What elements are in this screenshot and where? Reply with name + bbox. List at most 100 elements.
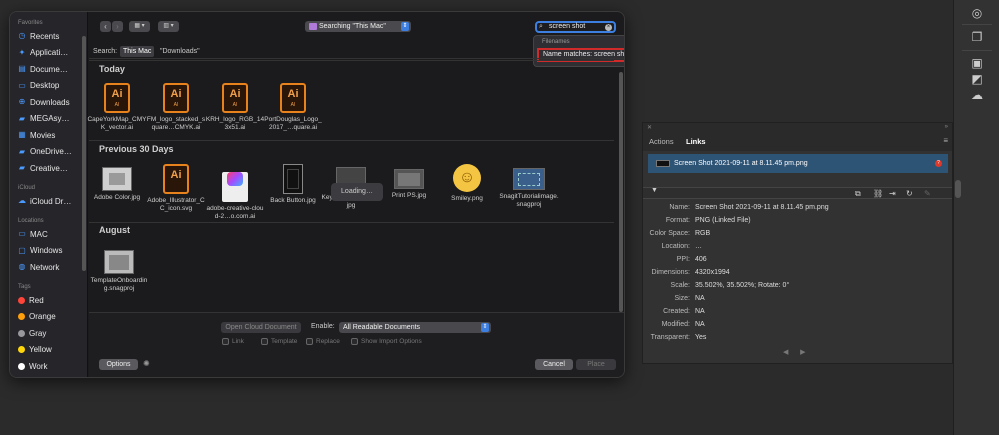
sidebar-scrollbar[interactable]: [82, 36, 86, 271]
properties-icon[interactable]: ◎: [970, 6, 984, 20]
sidebar-tag-label: Work: [29, 361, 48, 371]
link-info-key: Scale:: [670, 282, 690, 289]
scrollbar-thumb[interactable]: [955, 180, 961, 198]
search-input[interactable]: ⌕ screen shot ×: [535, 21, 616, 33]
panel-menu-icon[interactable]: ≡: [943, 136, 948, 145]
right-tool-strip: ◎ ❐ ▣ ◩ ☁: [953, 0, 999, 435]
expand-triangle-icon[interactable]: ▼: [651, 187, 658, 194]
collapse-icon[interactable]: »: [945, 124, 948, 130]
sidebar-item[interactable]: ▤ Docume…: [18, 62, 84, 76]
link-list-row[interactable]: Screen Shot 2021-09-11 at 8.11.45 pm.png…: [648, 154, 948, 173]
file-item[interactable]: Ai Adobe_Illustrator_CC_icon.svg: [146, 164, 206, 213]
relink-icon[interactable]: ⛓: [873, 189, 883, 198]
scope-this-mac[interactable]: This Mac: [120, 46, 155, 57]
template-checkbox[interactable]: Template: [261, 338, 297, 345]
sidebar-item[interactable]: ▭ Desktop: [18, 79, 84, 93]
file-item[interactable]: Back Button.jpg: [263, 164, 323, 205]
close-icon[interactable]: ✕: [647, 124, 652, 131]
link-info-value: Screen Shot 2021-09-11 at 8.11.45 pm.png: [695, 204, 829, 211]
sidebar-item-label: MEGAsy…: [30, 114, 70, 123]
sidebar-tag[interactable]: Yellow: [18, 343, 84, 357]
tab-actions[interactable]: Actions: [649, 137, 674, 146]
clear-search-icon[interactable]: ×: [605, 24, 612, 31]
file-name: KRH_logo_RGB_143x51.ai: [205, 116, 265, 131]
sidebar-item[interactable]: ▭ MAC: [18, 227, 84, 241]
link-info-key: Transparent:: [650, 334, 690, 341]
file-item[interactable]: SnagitTutorialimage.snagproj: [499, 164, 559, 209]
place-button[interactable]: Place: [576, 359, 616, 370]
sidebar-tag[interactable]: Orange: [18, 310, 84, 324]
file-item[interactable]: ☺ Smiley.png: [437, 164, 497, 203]
replace-label: Replace: [316, 338, 340, 345]
divider: [89, 60, 614, 61]
sidebar-item-label: Movies: [30, 130, 56, 140]
back-button[interactable]: ‹: [100, 21, 111, 32]
forward-button[interactable]: ›: [112, 21, 123, 32]
folder-icon: ▰: [18, 146, 26, 156]
next-link-icon[interactable]: ▶: [800, 349, 805, 356]
snagit-thumbnail-icon: [104, 250, 134, 274]
sidebar-item[interactable]: ◍ Network: [18, 260, 84, 274]
relink-cc-icon[interactable]: ⧉: [855, 189, 861, 199]
sidebar-item-label: Creative…: [30, 163, 68, 173]
sidebar-item[interactable]: ▰ Creative…: [18, 161, 84, 175]
open-cloud-document-button[interactable]: Open Cloud Document: [221, 322, 301, 333]
sidebar-tag[interactable]: Work: [18, 359, 84, 373]
link-info-value: 406: [695, 256, 707, 263]
content-scrollbar[interactable]: [619, 72, 623, 312]
file-item[interactable]: TemplateOnboarding.snagproj: [89, 247, 149, 293]
enable-select[interactable]: All Readable Documents ⇕: [339, 322, 491, 333]
group-button[interactable]: ▥ ▾: [158, 21, 179, 32]
link-name: Screen Shot 2021-09-11 at 8.11.45 pm.png: [674, 160, 808, 167]
previous-link-icon[interactable]: ◀: [783, 349, 788, 356]
update-link-icon[interactable]: ↻: [906, 189, 913, 198]
file-item[interactable]: Ai AI KRH_logo_RGB_143x51.ai: [205, 83, 265, 132]
tag-dot-icon: [18, 313, 25, 320]
layers-icon[interactable]: ◩: [970, 72, 984, 86]
sidebar-item[interactable]: ◷ Recents: [18, 29, 84, 43]
pages-icon[interactable]: ❐: [970, 30, 984, 44]
view-mode-button[interactable]: ▦ ▾: [129, 21, 150, 32]
options-button[interactable]: Options: [99, 359, 138, 370]
search-icon: ⌕: [539, 23, 543, 30]
tab-links[interactable]: Links: [686, 137, 706, 146]
sidebar-item[interactable]: ⊕ Downloads: [18, 95, 84, 109]
edit-original-icon[interactable]: ✎: [924, 189, 931, 198]
sidebar-tag[interactable]: Red: [18, 293, 84, 307]
file-item[interactable]: Ai AI CapeYorkMap_CMYK_vector.ai: [87, 83, 147, 132]
file-item[interactable]: adobe-creative-cloud-2…o.com.ai: [205, 164, 265, 221]
sidebar-item[interactable]: ☁ iCloud Dr…: [18, 194, 84, 208]
sidebar-item[interactable]: ✦ Applicati…: [18, 46, 84, 60]
divider: [89, 140, 614, 141]
panel-tabs: ✕ » Actions Links ≡: [643, 123, 952, 151]
show-import-options-checkbox[interactable]: Show Import Options: [351, 338, 422, 345]
file-item[interactable]: Print PS.jpg: [379, 164, 439, 200]
sidebar-item[interactable]: ▰ OneDrive…: [18, 145, 84, 159]
sidebar-item[interactable]: ▰ MEGAsy…: [18, 112, 84, 126]
image-thumbnail-icon: [102, 167, 132, 191]
sidebar-header-tags: Tags: [18, 284, 31, 290]
link-info-row: Modified: NA: [643, 319, 952, 331]
sidebar-tag[interactable]: Gray: [18, 326, 84, 340]
file-item[interactable]: Adobe Color.jpg: [87, 164, 147, 202]
file-name: PortDouglas_Logo_2017_…quare.ai: [264, 116, 322, 131]
link-info-value: …: [695, 243, 702, 250]
cancel-button[interactable]: Cancel: [535, 359, 573, 370]
scope-label: Search:: [93, 48, 118, 55]
sidebar-item[interactable]: ▢ Windows: [18, 244, 84, 258]
link-checkbox[interactable]: Link: [222, 338, 244, 345]
file-item[interactable]: Ai AI FM_logo_stacked_square…CMYK.ai: [146, 83, 206, 132]
section-august: August: [99, 225, 130, 235]
go-to-link-icon[interactable]: ⇥: [889, 189, 896, 198]
sidebar-header-icloud: iCloud: [18, 185, 36, 191]
doc-icon: ▤: [18, 64, 26, 73]
replace-checkbox[interactable]: Replace: [306, 338, 340, 345]
file-name: CapeYorkMap_CMYK_vector.ai: [87, 116, 147, 131]
location-popup[interactable]: Searching "This Mac" ⇕: [305, 21, 411, 32]
scope-downloads[interactable]: "Downloads": [160, 48, 200, 55]
link-label: Link: [232, 338, 244, 345]
cc-libraries-icon[interactable]: ☁: [970, 88, 984, 102]
sidebar-item[interactable]: ▦ Movies: [18, 128, 84, 142]
file-item[interactable]: Ai AI PortDouglas_Logo_2017_…quare.ai: [263, 83, 323, 132]
links-icon[interactable]: ▣: [970, 56, 984, 70]
